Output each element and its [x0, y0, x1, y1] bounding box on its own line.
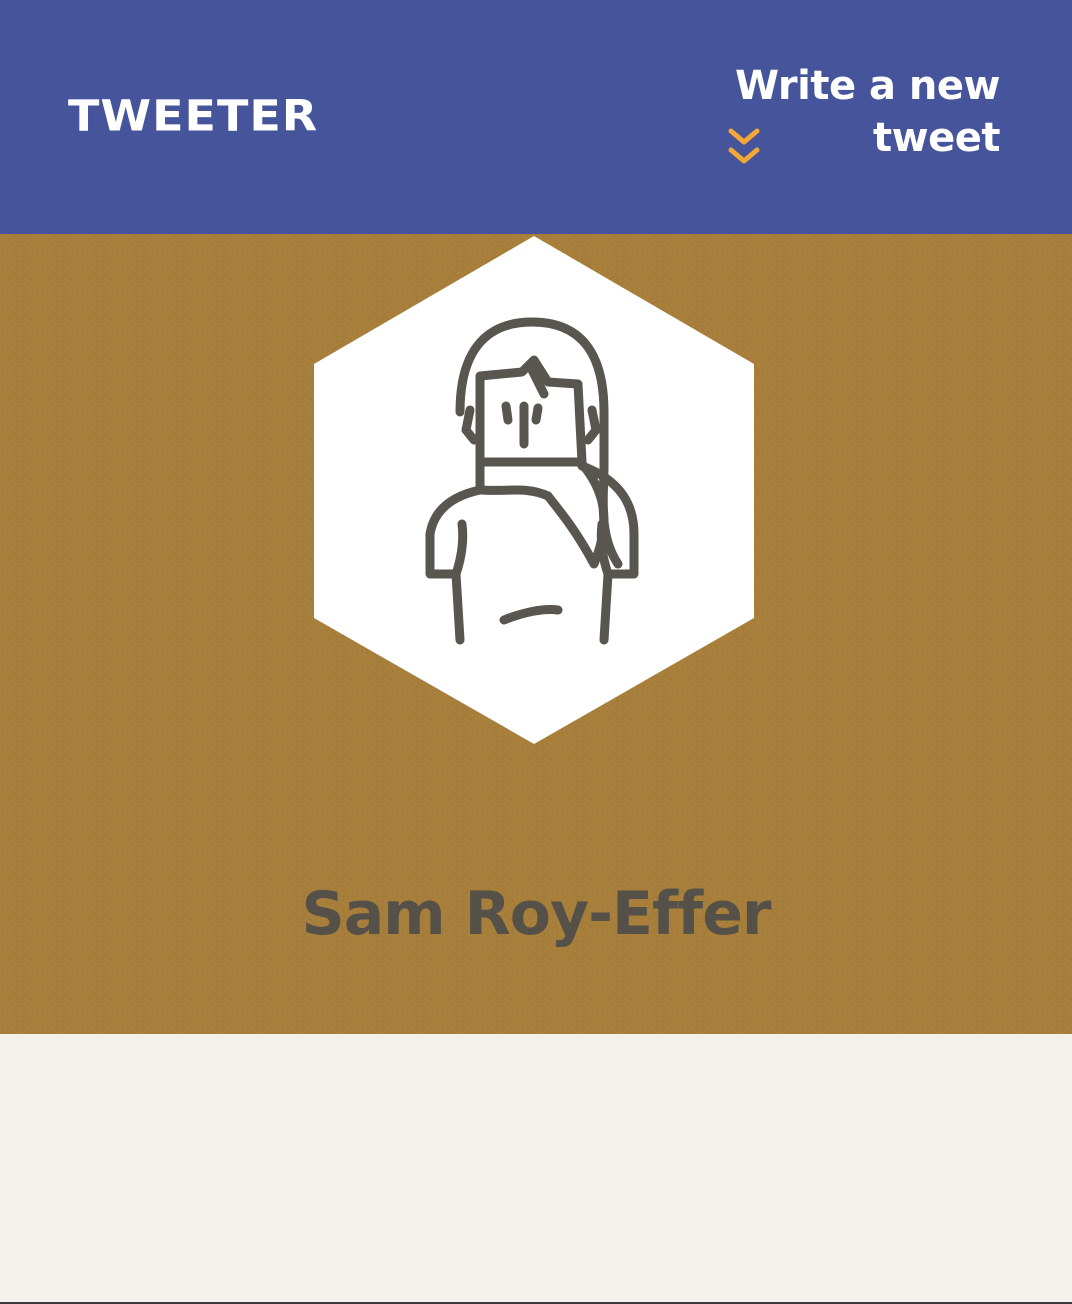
tweet-feed [0, 1034, 1072, 1302]
compose-tweet-toggle[interactable]: Write a new tweet [620, 60, 1001, 164]
top-nav: TWEETER Write a new tweet [0, 0, 1072, 234]
brand-logo[interactable]: TWEETER [68, 90, 318, 142]
avatar [314, 236, 754, 744]
compose-tweet-label[interactable]: Write a new tweet [620, 60, 1001, 164]
double-chevron-down-icon[interactable] [728, 128, 760, 168]
profile-banner: Sam Roy-Effer [0, 234, 1072, 1034]
profile-name: Sam Roy-Effer [301, 879, 771, 949]
